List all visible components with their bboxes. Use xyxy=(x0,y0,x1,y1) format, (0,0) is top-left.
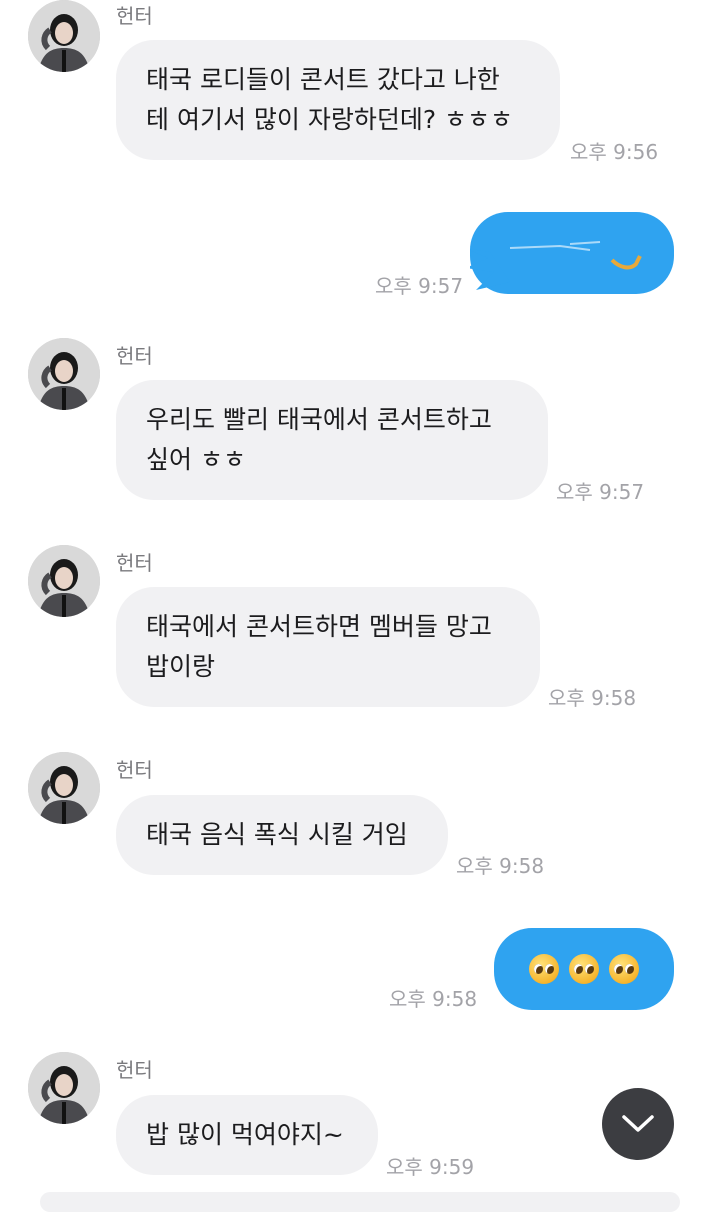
scroll-down-button[interactable] xyxy=(602,1088,674,1160)
message-time: 오후 9:57 xyxy=(556,480,645,504)
avatar[interactable] xyxy=(28,1052,100,1124)
redaction-scribble xyxy=(470,241,642,290)
pleading-face-icon xyxy=(529,954,559,984)
message-text: 태국에서 콘서트하면 멤버들 망고 xyxy=(146,612,492,641)
chevron-down-icon xyxy=(622,1115,654,1132)
avatar[interactable] xyxy=(28,545,100,617)
message-bubble[interactable]: 태국 음식 폭식 시킬 거임 xyxy=(116,795,448,875)
message-text: 우리도 빨리 태국에서 콘서트하고 xyxy=(146,405,492,434)
message-text: 싶어 ㅎㅎ xyxy=(146,445,246,474)
message-text: 밥이랑 xyxy=(146,652,216,681)
outgoing-message-bubble[interactable] xyxy=(494,928,674,1010)
sender-name: 헌터 xyxy=(116,551,153,575)
message-text: 태국 로디들이 콘서트 갔다고 나한 xyxy=(146,65,500,94)
sender-name: 헌터 xyxy=(116,4,153,28)
message-bubble[interactable]: 밥 많이 먹여야지~ xyxy=(116,1095,378,1175)
message-time: 오후 9:58 xyxy=(389,987,478,1011)
avatar[interactable] xyxy=(28,0,100,72)
message-text: 밥 많이 먹여야지~ xyxy=(146,1120,344,1149)
pleading-face-icon xyxy=(609,954,639,984)
message-time: 오후 9:58 xyxy=(548,686,637,710)
avatar[interactable] xyxy=(28,338,100,410)
message-bubble[interactable]: 태국에서 콘서트하면 멤버들 망고 밥이랑 xyxy=(116,587,540,707)
message-text: 태국 음식 폭식 시킬 거임 xyxy=(146,820,408,849)
next-message-bubble-edge xyxy=(40,1192,680,1212)
pleading-face-icon xyxy=(569,954,599,984)
emoji-fragment-icon xyxy=(610,255,642,270)
message-time: 오후 9:56 xyxy=(570,140,659,164)
outgoing-message-bubble[interactable] xyxy=(470,212,674,294)
sender-name: 헌터 xyxy=(116,758,153,782)
message-time: 오후 9:57 xyxy=(375,274,464,298)
message-time: 오후 9:58 xyxy=(456,854,545,878)
message-text: 테 여기서 많이 자랑하던데? ㅎㅎㅎ xyxy=(146,105,514,134)
message-time: 오후 9:59 xyxy=(386,1155,475,1179)
avatar[interactable] xyxy=(28,752,100,824)
message-bubble[interactable]: 태국 로디들이 콘서트 갔다고 나한 테 여기서 많이 자랑하던데? ㅎㅎㅎ xyxy=(116,40,560,160)
sender-name: 헌터 xyxy=(116,344,153,368)
sender-name: 헌터 xyxy=(116,1058,153,1082)
message-bubble[interactable]: 우리도 빨리 태국에서 콘서트하고 싶어 ㅎㅎ xyxy=(116,380,548,500)
